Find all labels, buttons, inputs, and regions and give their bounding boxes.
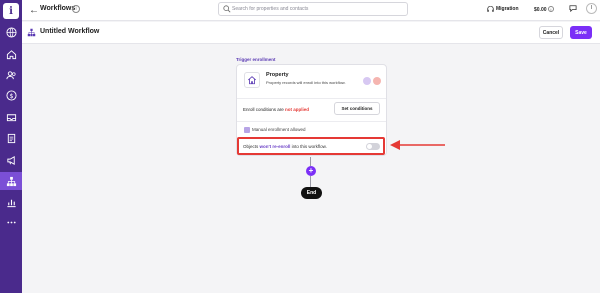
cancel-button[interactable]: Cancel — [539, 26, 563, 39]
trigger-title: Property — [266, 72, 289, 78]
svg-text:$: $ — [9, 91, 13, 99]
workflow-header: Untitled Workflow Cancel Save — [22, 22, 600, 44]
back-arrow-icon[interactable]: ← — [29, 5, 39, 16]
set-conditions-button[interactable]: Set conditions — [334, 102, 380, 115]
connector-line — [310, 176, 311, 187]
divider — [237, 121, 386, 122]
top-bar: ← Workflows i Migration $0.00 i I — [22, 0, 600, 21]
delete-trigger-button[interactable] — [373, 77, 381, 85]
manual-enrollment-checkbox[interactable] — [244, 127, 250, 133]
workflow-icon[interactable] — [4, 174, 18, 188]
reenroll-row: Objects won't re-enroll into this workfl… — [237, 137, 385, 155]
manual-enrollment-label: Manual enrollment allowed — [252, 127, 306, 132]
reenroll-prefix: Objects — [243, 144, 260, 149]
reenroll-highlight: won't re-enroll — [259, 144, 291, 149]
headset-icon — [487, 6, 494, 12]
workflow-title[interactable]: Untitled Workflow — [40, 28, 99, 35]
avatar[interactable]: I — [586, 3, 597, 14]
sidebar: i $ — [0, 0, 22, 293]
credit-label: $0.00 — [534, 7, 547, 13]
home-icon[interactable] — [4, 47, 18, 61]
workflow-icon — [27, 28, 36, 37]
app-logo[interactable]: i — [3, 3, 19, 19]
document-icon[interactable] — [4, 131, 18, 145]
migration-label: Migration — [496, 6, 519, 12]
property-icon — [244, 72, 260, 88]
search-icon — [223, 5, 231, 13]
megaphone-icon[interactable] — [4, 153, 18, 167]
add-step-button[interactable]: + — [306, 166, 316, 176]
reenroll-suffix: into this workflow. — [290, 144, 327, 149]
credit-info-icon: i — [547, 6, 554, 12]
globe-icon[interactable] — [4, 25, 18, 39]
trigger-description: Property records will enroll into this w… — [266, 80, 346, 85]
reenroll-toggle[interactable] — [366, 143, 380, 150]
contacts-icon[interactable] — [4, 68, 18, 82]
migration-link[interactable]: Migration — [487, 6, 519, 12]
enroll-conditions-prefix: Enroll conditions are — [243, 107, 286, 112]
annotation-arrow-icon — [390, 140, 445, 150]
enroll-conditions-text: Enroll conditions are not applied — [243, 107, 309, 112]
edit-trigger-button[interactable] — [363, 77, 371, 85]
inbox-icon[interactable] — [4, 110, 18, 124]
breadcrumb[interactable]: Workflows — [40, 5, 75, 12]
end-node: End — [301, 187, 322, 199]
info-icon[interactable]: i — [72, 5, 80, 13]
search-bar[interactable] — [218, 2, 408, 16]
chat-icon[interactable] — [569, 5, 577, 12]
credit-balance[interactable]: $0.00 i — [534, 6, 554, 13]
more-icon[interactable] — [4, 215, 18, 229]
connector-line — [310, 157, 311, 166]
trigger-enrollment-label: Trigger enrollment — [236, 57, 276, 62]
enroll-conditions-status: not applied — [285, 107, 310, 112]
search-input[interactable] — [232, 4, 402, 14]
divider — [237, 98, 386, 99]
dollar-icon[interactable]: $ — [4, 88, 18, 102]
reports-icon[interactable] — [4, 195, 18, 209]
reenroll-text: Objects won't re-enroll into this workfl… — [243, 144, 327, 149]
save-button[interactable]: Save — [570, 26, 592, 39]
